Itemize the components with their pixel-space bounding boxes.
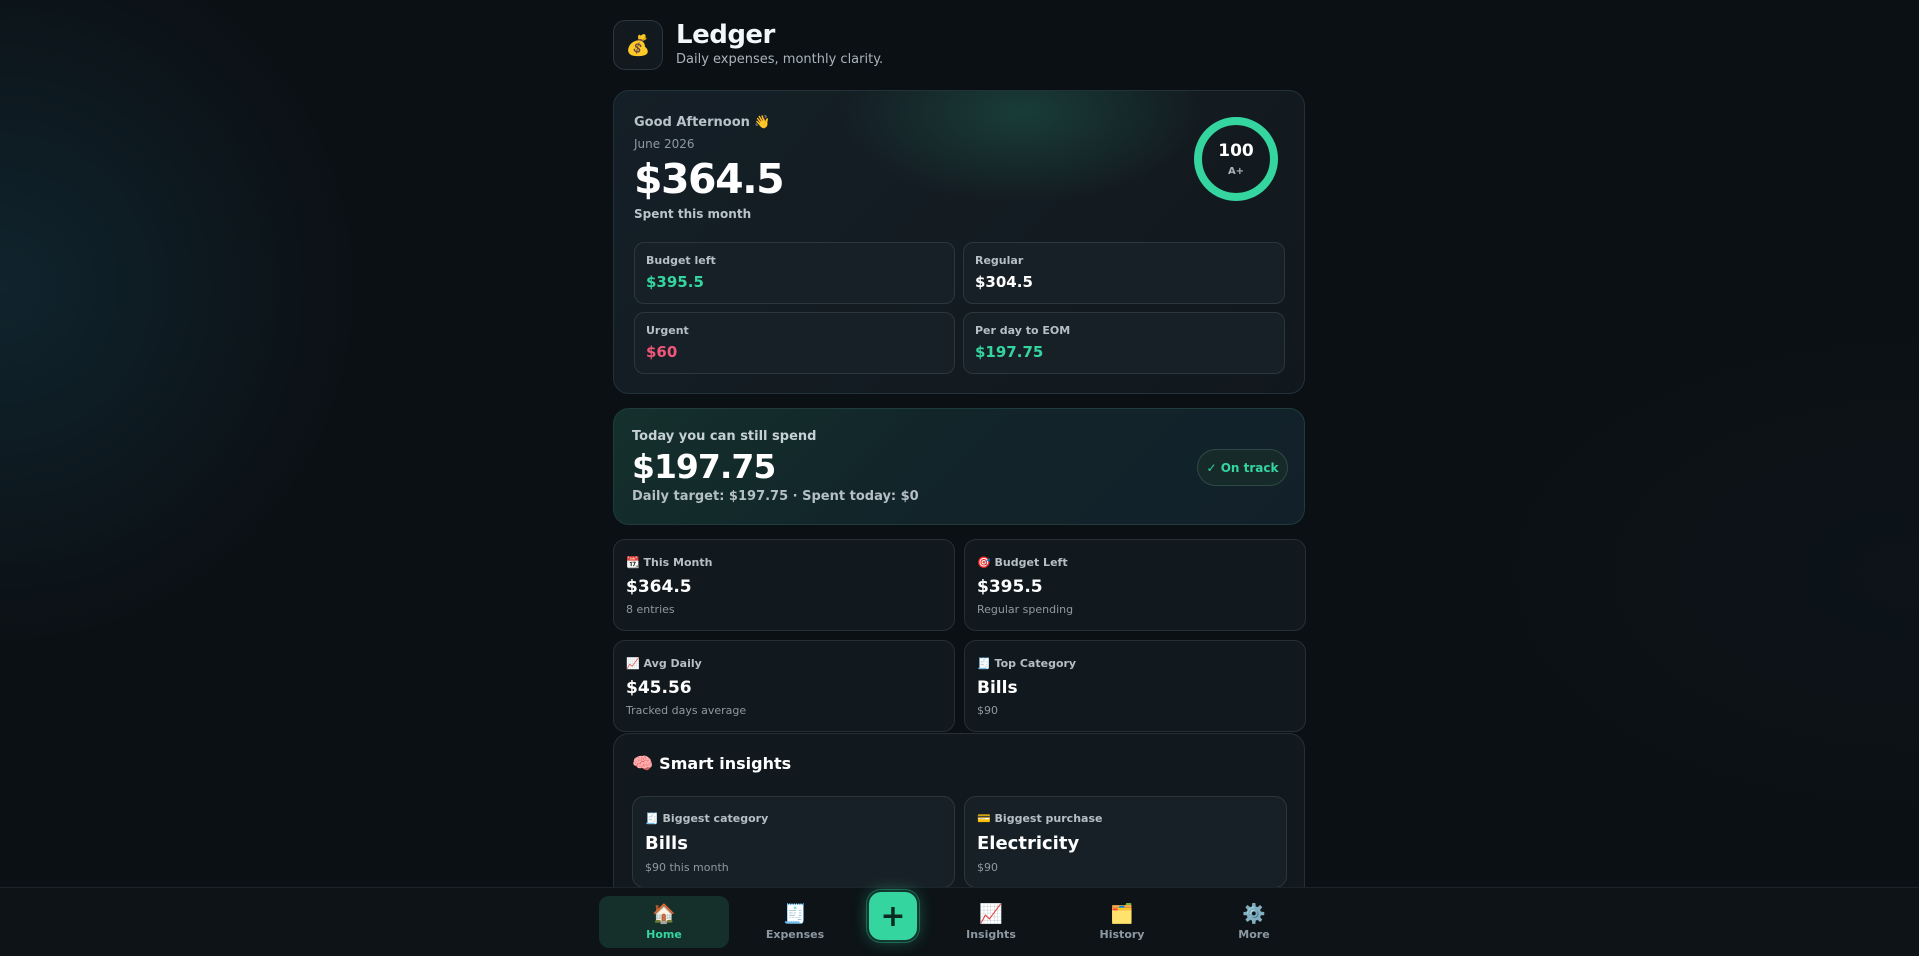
insight-sub: $90 this month [645,861,729,874]
metric-sub: $90 [977,704,998,717]
metric-label: This Month [643,556,713,569]
insight-sub: $90 [977,861,998,874]
metric-sub: Regular spending [977,603,1074,616]
stat-label: Urgent [646,324,689,337]
stat-label: Per day to EOM [975,324,1071,337]
nav-home[interactable]: 🏠 Home [599,896,729,948]
insight-biggest-purchase[interactable]: 💳 Biggest purchase Electricity $90 [964,796,1287,888]
nav-insights[interactable]: 📈 Insights [926,896,1056,948]
smart-insights-title: 🧠 Smart insights [632,754,792,774]
greeting: Good Afternoon 👋 [634,115,771,130]
nav-label: History [1099,928,1145,941]
stat-label: Budget left [646,254,716,267]
metric-label: Top Category [994,657,1077,670]
stat-per-day: Per day to EOM $197.75 [963,312,1285,374]
stat-budget-left: Budget left $395.5 [634,242,955,304]
insight-value: Electricity [977,833,1080,854]
receipt-icon: 🧾 [783,903,807,925]
target-icon: 🎯 [977,556,991,569]
stat-value: $60 [646,343,678,361]
gear-icon: ⚙️ [1242,903,1266,925]
nav-history[interactable]: 🗂️ History [1057,896,1187,948]
metric-sub: Tracked days average [626,704,747,717]
bottom-nav: 🏠 Home 🧾 Expenses + 📈 Insights 🗂️ Histor… [0,887,1919,956]
chart-up-icon: 📈 [626,657,640,670]
score-value: 100 [1218,141,1254,161]
daily-allowance-label: Today you can still spend [632,429,817,444]
metric-value: $395.5 [977,577,1043,597]
app-subtitle: Daily expenses, monthly clarity. [676,52,884,67]
stat-urgent: Urgent $60 [634,312,955,374]
daily-allowance-detail: Daily target: $197.75 · Spent today: $0 [632,489,919,504]
home-icon: 🏠 [652,903,676,925]
chart-up-icon: 📈 [979,903,1003,925]
daily-allowance-card: Today you can still spend $197.75 Daily … [613,408,1305,525]
insight-label: Biggest purchase [994,812,1103,825]
stat-regular: Regular $304.5 [963,242,1285,304]
metric-sub: 8 entries [626,603,675,616]
receipt-icon: 🧾 [645,812,659,825]
metric-label: Budget Left [994,556,1068,569]
money-bag-icon: 💰 [613,20,663,70]
monthly-summary-card: Good Afternoon 👋 June 2026 $364.5 Spent … [613,90,1305,394]
metric-label: Avg Daily [643,657,702,670]
score-grade: A+ [1227,166,1245,177]
metric-value: $45.56 [626,678,692,698]
metric-avg-daily[interactable]: 📈 Avg Daily $45.56 Tracked days average [613,640,955,732]
calendar-icon: 📆 [626,556,640,569]
nav-expenses[interactable]: 🧾 Expenses [730,896,860,948]
metric-value: $364.5 [626,577,692,597]
spent-amount: $364.5 [634,155,785,203]
insight-label: Biggest category [662,812,769,825]
brain-icon: 🧠 [632,754,654,774]
stat-value: $197.75 [975,343,1044,361]
nav-label: More [1238,928,1270,941]
nav-more[interactable]: ⚙️ More [1189,896,1319,948]
insight-biggest-category[interactable]: 🧾 Biggest category Bills $90 this month [632,796,955,888]
spent-caption: Spent this month [634,207,752,221]
credit-card-icon: 💳 [977,812,991,825]
metric-value: Bills [977,678,1018,698]
insight-value: Bills [645,833,688,854]
daily-allowance-amount: $197.75 [632,447,776,486]
stat-value: $304.5 [975,273,1033,291]
metric-this-month[interactable]: 📆 This Month $364.5 8 entries [613,539,955,631]
stat-value: $395.5 [646,273,704,291]
receipt-icon: 🧾 [977,657,991,670]
metric-budget-left[interactable]: 🎯 Budget Left $395.5 Regular spending [964,539,1306,631]
stat-label: Regular [975,254,1024,267]
status-badge: ✓ On track [1197,449,1288,486]
add-expense-button[interactable]: + [869,892,917,940]
current-month: June 2026 [634,137,695,151]
nav-label: Insights [966,928,1016,941]
app-title: Ledger [676,20,775,50]
folder-icon: 🗂️ [1110,903,1134,925]
nav-label: Expenses [765,928,825,941]
metric-top-category[interactable]: 🧾 Top Category Bills $90 [964,640,1306,732]
app-header: 💰 Ledger Daily expenses, monthly clarity… [613,20,1305,70]
nav-label: Home [646,928,682,941]
